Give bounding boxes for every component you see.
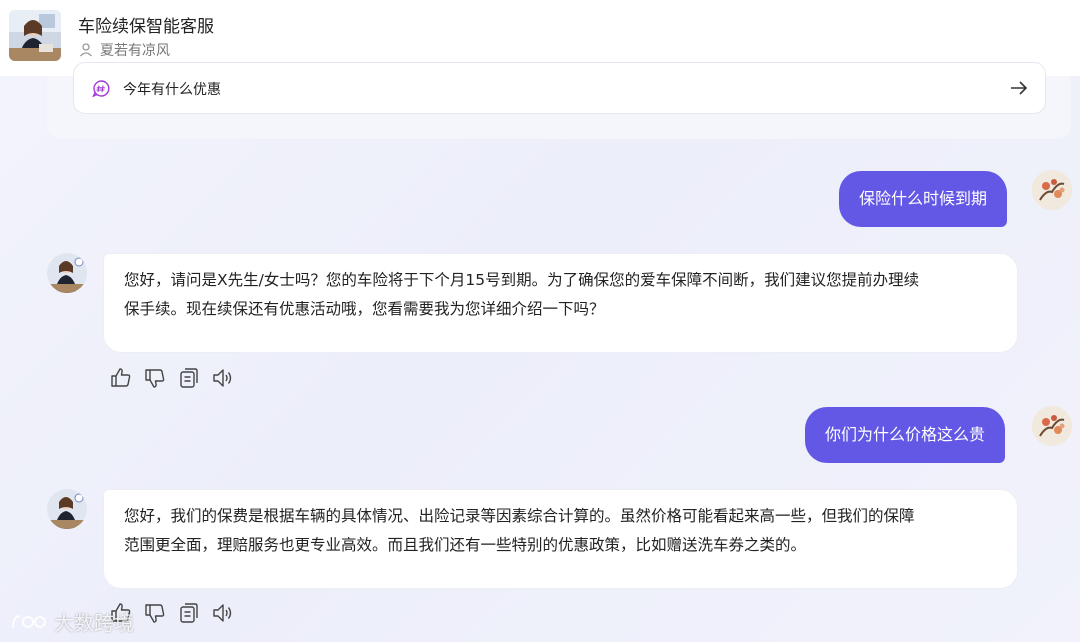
thumbs-down-icon[interactable] (144, 367, 166, 389)
username-row: 夏若有凉风 (78, 40, 170, 60)
username: 夏若有凉风 (100, 43, 170, 59)
user-avatar (1032, 170, 1072, 210)
watermark-logo-icon (12, 614, 46, 628)
arrow-right-icon[interactable] (1009, 79, 1029, 97)
bot-message-line: 保手续。现在续保还有优惠活动哦，您看需要我为您详细介绍一下吗？ (124, 300, 605, 318)
thumbs-down-icon[interactable] (144, 602, 166, 624)
app-title: 车险续保智能客服 (78, 17, 214, 37)
thumbs-up-icon[interactable] (110, 367, 132, 389)
speaker-icon[interactable] (212, 602, 234, 624)
bot-avatar (47, 489, 87, 529)
message-actions (110, 367, 234, 389)
copy-icon[interactable] (178, 602, 200, 624)
watermark-text: 大数跨境 (54, 611, 134, 635)
bot-message-line: 您好，我们的保费是根据车辆的具体情况、出险记录等因素综合计算的。虽然价格可能看起… (124, 507, 915, 525)
bot-message: 您好，我们的保费是根据车辆的具体情况、出险记录等因素综合计算的。虽然价格可能看起… (103, 489, 1018, 589)
watermark: 大数跨境 (10, 607, 134, 636)
bot-message-line: 范围更全面，理赔服务也更专业高效。而且我们还有一些特别的优惠政策，比如赠送洗车券… (124, 536, 807, 554)
bot-logo (9, 10, 61, 61)
bot-avatar (47, 253, 87, 293)
suggested-question-card[interactable]: 今年有什么优惠 (73, 62, 1046, 114)
user-message: 保险什么时候到期 (839, 171, 1008, 227)
suggested-question-text: 今年有什么优惠 (123, 82, 221, 98)
copy-icon[interactable] (178, 367, 200, 389)
hash-chat-icon (92, 80, 110, 98)
speaker-icon[interactable] (212, 367, 234, 389)
user-avatar (1032, 406, 1072, 446)
user-icon (78, 42, 94, 58)
user-message: 你们为什么价格这么贵 (805, 407, 1006, 463)
bot-message-line: 您好，请问是X先生/女士吗？您的车险将于下个月15号到期。为了确保您的爱车保障不… (124, 271, 920, 289)
bot-message: 您好，请问是X先生/女士吗？您的车险将于下个月15号到期。为了确保您的爱车保障不… (103, 253, 1018, 353)
